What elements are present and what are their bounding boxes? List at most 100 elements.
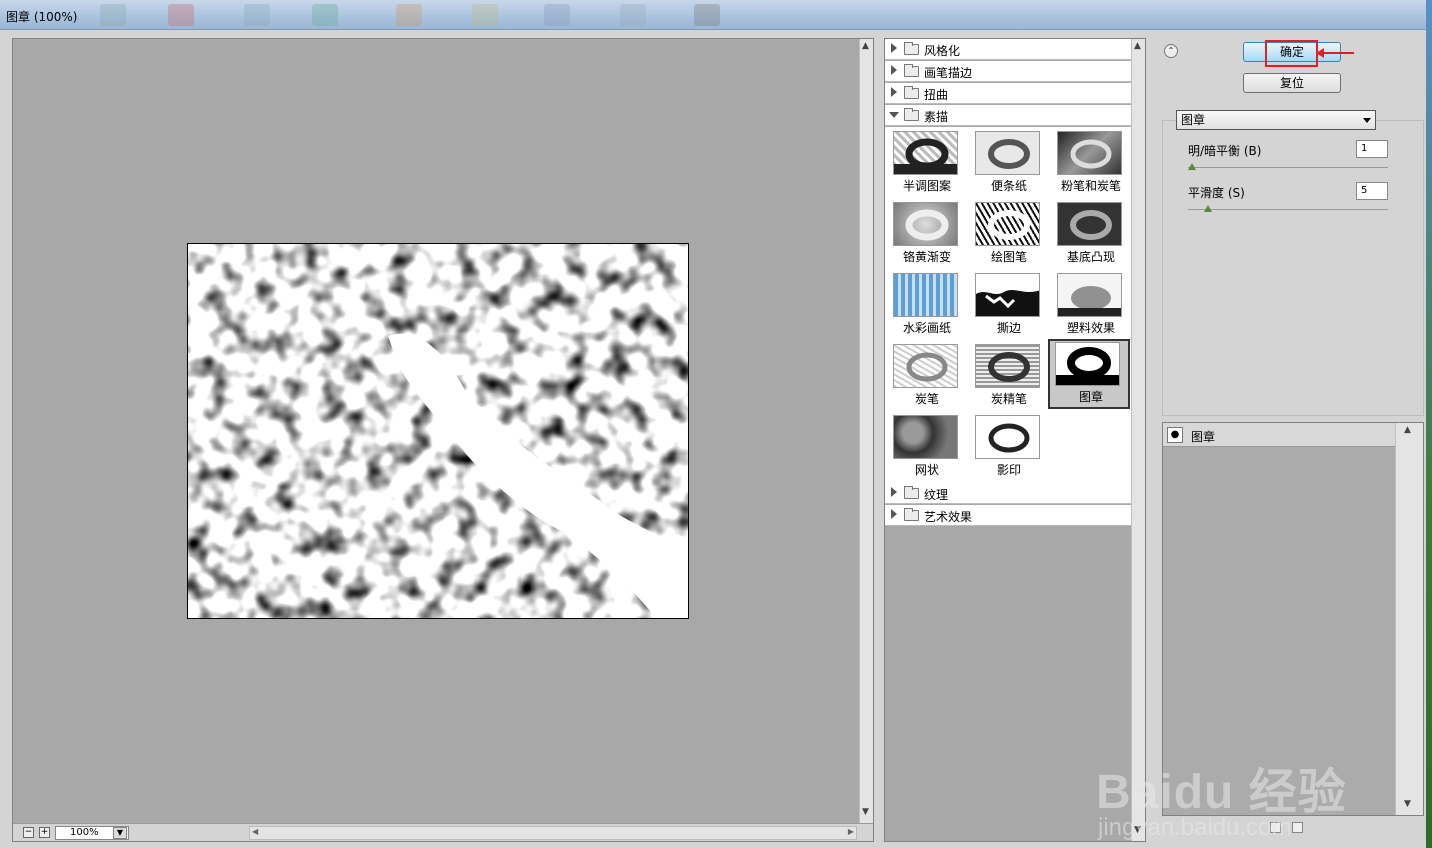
background-app-icon bbox=[544, 4, 570, 26]
preview-vertical-scrollbar[interactable]: ▲ ▼ bbox=[859, 39, 873, 823]
slider-knob-icon[interactable] bbox=[1188, 163, 1196, 170]
expand-arrow-icon[interactable] bbox=[891, 87, 897, 97]
thumb-chrome[interactable]: 铬黄渐变 bbox=[886, 199, 968, 269]
collapse-gallery-icon[interactable]: ⌃ bbox=[1164, 44, 1178, 58]
expand-arrow-icon[interactable] bbox=[891, 65, 897, 75]
layers-scrollbar[interactable]: ▲ ▼ bbox=[1395, 423, 1423, 815]
thumbnail-label: 炭精笔 bbox=[990, 392, 1027, 406]
thumbnail-label: 绘图笔 bbox=[990, 250, 1027, 264]
filter-select-value: 图章 bbox=[1181, 113, 1206, 127]
scroll-up-icon[interactable]: ▲ bbox=[1404, 425, 1411, 435]
smoothness-input[interactable]: 5 bbox=[1356, 182, 1388, 200]
watermark-brand: Baidu 经验 bbox=[1096, 766, 1347, 819]
background-app-icon bbox=[694, 4, 720, 26]
thumbnail-label: 粉笔和炭笔 bbox=[1060, 179, 1121, 193]
folder-icon bbox=[904, 486, 919, 499]
collapse-arrow-icon[interactable] bbox=[889, 112, 899, 118]
background-app-icon bbox=[168, 4, 194, 26]
category-sketch[interactable]: 素描 bbox=[885, 105, 1132, 126]
thumb-stamp[interactable]: 图章 bbox=[1048, 339, 1130, 409]
category-label: 风格化 bbox=[924, 44, 961, 58]
expand-arrow-icon[interactable] bbox=[891, 509, 897, 519]
thumb-photocopy[interactable]: 影印 bbox=[968, 412, 1050, 482]
stamp-preview-image bbox=[187, 243, 689, 619]
title-bar: 图章 (100%) bbox=[0, 0, 1432, 30]
scroll-down-icon[interactable]: ▼ bbox=[862, 807, 869, 817]
thumbnail-image bbox=[893, 273, 958, 317]
baidu-watermark: Baidu 经验 jingyan.baidu.com bbox=[1096, 720, 1386, 848]
effect-layer-row[interactable]: ● 图章 bbox=[1163, 423, 1395, 447]
category-texture[interactable]: 纹理 bbox=[885, 483, 1132, 504]
thumbnail-label: 便条纸 bbox=[990, 179, 1027, 193]
category-stylize[interactable]: 风格化 bbox=[885, 39, 1132, 60]
thumbnail-label: 铬黄渐变 bbox=[902, 250, 951, 264]
thumb-water-paper[interactable]: 水彩画纸 bbox=[886, 270, 968, 340]
thumb-bas-relief[interactable]: 基底凸现 bbox=[1050, 199, 1132, 269]
category-brush-strokes[interactable]: 画笔描边 bbox=[885, 61, 1132, 82]
thumbnail-image bbox=[1055, 342, 1120, 386]
chevron-down-icon bbox=[1363, 118, 1371, 123]
effect-layer-name: 图章 bbox=[1191, 430, 1216, 444]
thumbnail-label: 网状 bbox=[914, 463, 939, 477]
thumbnail-label: 水彩画纸 bbox=[902, 321, 951, 335]
smoothness-slider[interactable] bbox=[1188, 205, 1388, 212]
filter-options-group bbox=[1162, 120, 1424, 416]
filter-gallery-dialog: ▲ ▼ − + 100% ▼ ◀ ▶ 风格化 画笔描边 扭曲 素描 半调图案 便… bbox=[0, 30, 1432, 848]
thumb-conte-crayon[interactable]: 炭精笔 bbox=[968, 341, 1050, 411]
expand-arrow-icon[interactable] bbox=[891, 43, 897, 53]
thumb-halftone-pattern[interactable]: 半调图案 bbox=[886, 128, 968, 198]
thumb-plaster[interactable]: 塑料效果 bbox=[1050, 270, 1132, 340]
zoom-out-button[interactable]: − bbox=[23, 827, 34, 838]
preview-panel: ▲ ▼ − + 100% ▼ ◀ ▶ bbox=[12, 38, 874, 842]
preview-canvas[interactable] bbox=[14, 40, 860, 822]
thumb-chalk-charcoal[interactable]: 粉笔和炭笔 bbox=[1050, 128, 1132, 198]
category-label: 艺术效果 bbox=[924, 510, 973, 524]
thumbnail-image bbox=[975, 273, 1040, 317]
filter-category-list: 风格化 画笔描边 扭曲 素描 半调图案 便条纸 粉笔和炭笔 铬黄渐变 绘图笔 基… bbox=[885, 39, 1132, 841]
category-label: 画笔描边 bbox=[924, 66, 973, 80]
thumb-reticulation[interactable]: 网状 bbox=[886, 412, 968, 482]
reset-button[interactable]: 复位 bbox=[1243, 73, 1341, 93]
scroll-right-icon[interactable]: ▶ bbox=[848, 827, 854, 836]
thumbnail-image bbox=[1057, 202, 1122, 246]
folder-icon bbox=[904, 42, 919, 55]
thumb-charcoal[interactable]: 炭笔 bbox=[886, 341, 968, 411]
expand-arrow-icon[interactable] bbox=[891, 487, 897, 497]
scroll-up-icon[interactable]: ▲ bbox=[1134, 41, 1141, 51]
zoom-dropdown-icon[interactable]: ▼ bbox=[113, 827, 127, 839]
thumbnail-image bbox=[893, 415, 958, 459]
preview-horizontal-scrollbar[interactable]: ◀ ▶ bbox=[249, 826, 857, 840]
thumbnail-image bbox=[975, 344, 1040, 388]
filter-select-dropdown[interactable]: 图章 bbox=[1176, 110, 1376, 130]
stamp-pattern bbox=[188, 244, 688, 618]
category-artistic[interactable]: 艺术效果 bbox=[885, 505, 1132, 526]
thumbnail-image bbox=[893, 202, 958, 246]
thumbnail-image bbox=[1057, 273, 1122, 317]
eye-visibility-icon[interactable]: ● bbox=[1167, 427, 1183, 443]
window-title: 图章 (100%) bbox=[6, 10, 78, 24]
thumb-torn-edges[interactable]: 撕边 bbox=[968, 270, 1050, 340]
category-label: 扭曲 bbox=[924, 88, 949, 102]
scroll-down-icon[interactable]: ▼ bbox=[1404, 799, 1411, 809]
highlight-arrow-icon bbox=[1316, 48, 1354, 58]
desktop-edge bbox=[1426, 0, 1432, 848]
thumbnail-label: 半调图案 bbox=[902, 179, 951, 193]
balance-slider[interactable] bbox=[1188, 163, 1388, 170]
zoom-in-button[interactable]: + bbox=[39, 827, 50, 838]
folder-icon bbox=[904, 64, 919, 77]
scroll-left-icon[interactable]: ◀ bbox=[252, 827, 258, 836]
thumbnail-label: 影印 bbox=[996, 463, 1021, 477]
balance-input[interactable]: 1 bbox=[1356, 140, 1388, 158]
thumbnail-label: 塑料效果 bbox=[1066, 321, 1115, 335]
category-distort[interactable]: 扭曲 bbox=[885, 83, 1132, 104]
thumbnail-image bbox=[975, 415, 1040, 459]
thumbnail-label: 图章 bbox=[1078, 390, 1103, 404]
scroll-up-icon[interactable]: ▲ bbox=[862, 41, 869, 51]
thumbnail-image bbox=[893, 344, 958, 388]
background-app-icon bbox=[472, 4, 498, 26]
thumbnail-label: 撕边 bbox=[996, 321, 1021, 335]
slider-knob-icon[interactable] bbox=[1204, 205, 1212, 212]
thumb-graphic-pen[interactable]: 绘图笔 bbox=[968, 199, 1050, 269]
category-label: 纹理 bbox=[924, 488, 949, 502]
thumb-note-paper[interactable]: 便条纸 bbox=[968, 128, 1050, 198]
